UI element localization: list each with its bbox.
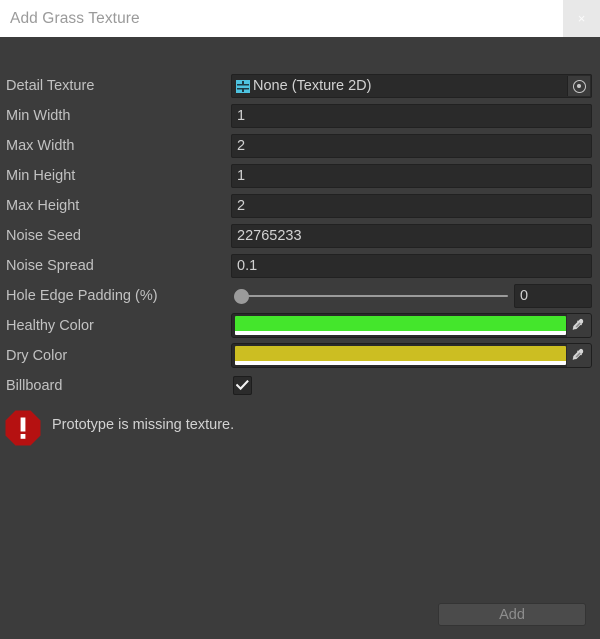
object-picker-button[interactable] <box>567 76 590 96</box>
row-min-height: Min Height 1 <box>0 161 600 191</box>
label-healthy-color: Healthy Color <box>6 318 94 334</box>
object-picker-icon <box>572 79 586 93</box>
field-min-width: 1 <box>231 101 600 131</box>
row-dry-color: Dry Color <box>0 341 600 371</box>
field-max-width: 2 <box>231 131 600 161</box>
field-min-height: 1 <box>231 161 600 191</box>
row-noise-seed: Noise Seed 22765233 <box>0 221 600 251</box>
window-title: Add Grass Texture <box>10 9 140 27</box>
field-dry-color <box>231 341 600 371</box>
row-min-width: Min Width 1 <box>0 101 600 131</box>
field-healthy-color <box>231 311 600 341</box>
add-button[interactable]: Add <box>438 603 586 626</box>
label-min-width: Min Width <box>6 108 71 124</box>
healthy-color-eyedropper-button[interactable] <box>566 314 591 337</box>
noise-spread-input[interactable]: 0.1 <box>231 254 592 278</box>
dry-color-fill <box>235 346 566 361</box>
label-billboard: Billboard <box>6 378 63 394</box>
dialog-footer: Add <box>0 590 600 639</box>
detail-texture-object-field[interactable]: None (Texture 2D) <box>231 74 592 98</box>
label-detail-texture: Detail Texture <box>6 78 95 94</box>
slider-handle[interactable] <box>234 288 249 304</box>
min-height-input[interactable]: 1 <box>231 164 592 188</box>
row-max-height: Max Height 2 <box>0 191 600 221</box>
field-detail-texture: None (Texture 2D) <box>231 71 600 101</box>
dry-color-eyedropper-button[interactable] <box>566 344 591 367</box>
field-hole-edge-padding: 0 <box>231 281 600 311</box>
row-healthy-color: Healthy Color <box>0 311 600 341</box>
close-icon: × <box>577 11 586 26</box>
label-noise-seed: Noise Seed <box>6 228 81 244</box>
label-max-width: Max Width <box>6 138 75 154</box>
error-message-text: Prototype is missing texture. <box>52 417 235 433</box>
healthy-color-swatch[interactable] <box>235 316 566 335</box>
field-noise-spread: 0.1 <box>231 251 600 281</box>
row-billboard: Billboard <box>0 371 600 401</box>
eyedropper-icon <box>571 348 583 360</box>
row-noise-spread: Noise Spread 0.1 <box>0 251 600 281</box>
row-detail-texture: Detail Texture None (Texture 2D) <box>0 71 600 101</box>
field-max-height: 2 <box>231 191 600 221</box>
label-max-height: Max Height <box>6 198 80 214</box>
dry-color-swatch[interactable] <box>235 346 566 365</box>
dialog-body: Detail Texture None (Texture 2D) Min Wid… <box>0 71 600 639</box>
label-min-height: Min Height <box>6 168 76 184</box>
checkmark-icon <box>236 380 249 391</box>
label-hole-edge-padding: Hole Edge Padding (%) <box>6 288 158 304</box>
min-width-input[interactable]: 1 <box>231 104 592 128</box>
slider-track <box>243 295 508 297</box>
healthy-color-fill <box>235 316 566 331</box>
header-spacer <box>0 37 600 71</box>
label-dry-color: Dry Color <box>6 348 68 364</box>
detail-texture-value: None (Texture 2D) <box>253 78 372 94</box>
max-width-input[interactable]: 2 <box>231 134 592 158</box>
row-hole-edge-padding: Hole Edge Padding (%) 0 <box>0 281 600 311</box>
close-button[interactable]: × <box>563 0 600 37</box>
noise-seed-input[interactable]: 22765233 <box>231 224 592 248</box>
healthy-color-field[interactable] <box>231 313 592 338</box>
field-billboard <box>231 371 600 401</box>
label-noise-spread: Noise Spread <box>6 258 94 274</box>
dry-color-alpha-bar <box>235 361 566 365</box>
eyedropper-icon <box>571 318 583 330</box>
window-titlebar: Add Grass Texture × <box>0 0 600 37</box>
hole-edge-padding-input[interactable]: 0 <box>514 284 592 308</box>
error-octagon-icon <box>4 409 42 447</box>
billboard-checkbox[interactable] <box>233 376 252 395</box>
max-height-input[interactable]: 2 <box>231 194 592 218</box>
row-max-width: Max Width 2 <box>0 131 600 161</box>
error-helpbox: Prototype is missing texture. <box>4 407 592 455</box>
add-grass-texture-window: Add Grass Texture × Detail Texture None … <box>0 0 600 639</box>
field-noise-seed: 22765233 <box>231 221 600 251</box>
texture-2d-icon <box>236 79 250 93</box>
dry-color-field[interactable] <box>231 343 592 368</box>
hole-edge-padding-slider[interactable] <box>231 281 508 311</box>
healthy-color-alpha-bar <box>235 331 566 335</box>
